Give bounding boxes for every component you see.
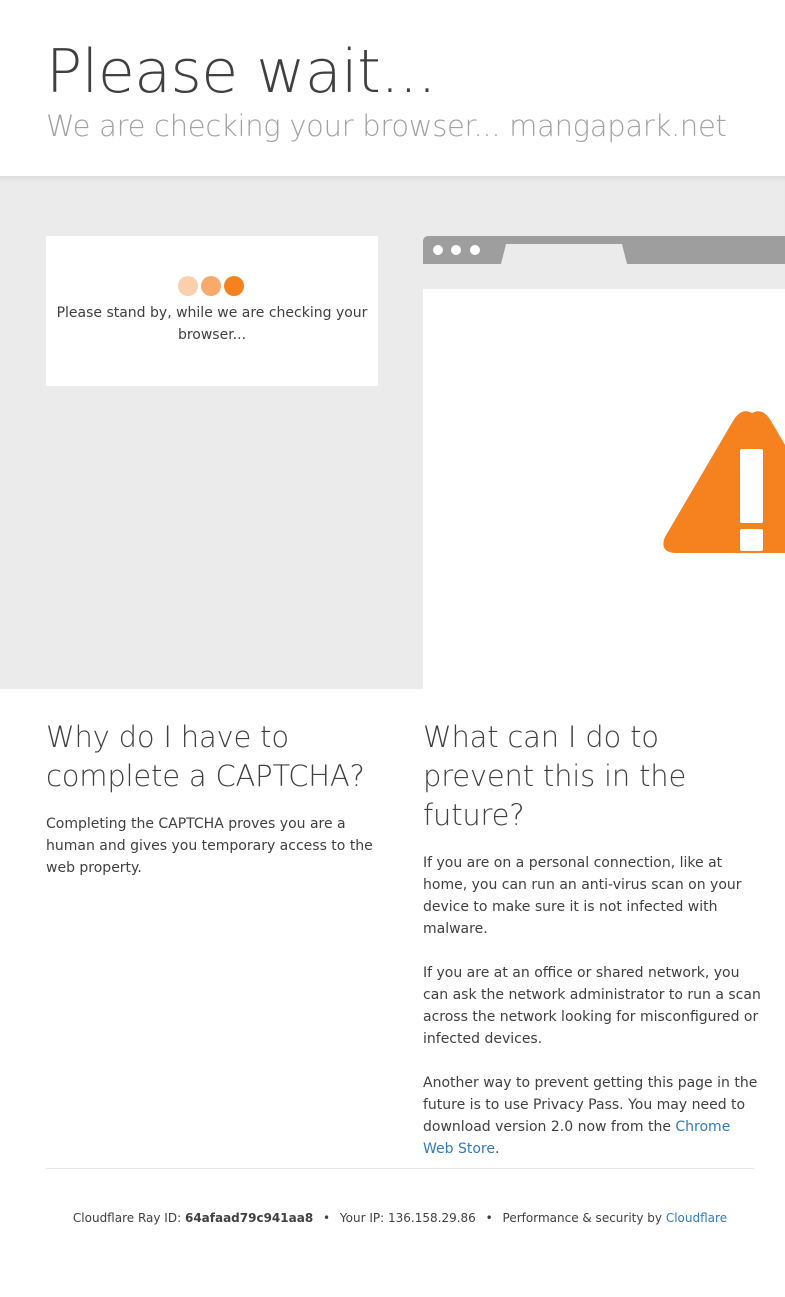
- standby-message: Please stand by, while we are checking y…: [56, 305, 368, 343]
- ip-value: 136.158.29.86: [388, 1211, 476, 1225]
- period-text: .: [494, 1141, 500, 1157]
- window-dot-icon: [451, 245, 461, 255]
- prevent-paragraph-1: If you are on a personal connection, lik…: [423, 855, 742, 937]
- warning-triangle-icon: [663, 411, 785, 553]
- ray-id-value: 64afaad79c941aa8: [184, 1211, 314, 1225]
- footer-separator: •: [485, 1211, 493, 1225]
- cloudflare-link[interactable]: Cloudflare: [666, 1211, 727, 1225]
- loading-dot: [201, 276, 221, 296]
- window-dot-icon: [470, 245, 480, 255]
- footer: Cloudflare Ray ID: 64afaad79c941aa8 • Yo…: [46, 1208, 754, 1228]
- prevent-heading: What can I do to prevent this in the fut…: [423, 720, 687, 832]
- standby-box: Please stand by, while we are checking y…: [46, 236, 378, 386]
- prevent-paragraph-2: If you are at an office or shared networ…: [423, 965, 761, 1047]
- loading-dot: [178, 276, 198, 296]
- browser-illustration: [423, 236, 785, 689]
- why-body: Completing the CAPTCHA proves you are a …: [46, 816, 373, 876]
- browser-toolbar: [423, 264, 785, 289]
- page-header: Please wait... We are checking your brow…: [0, 0, 785, 176]
- performance-label: Performance & security by: [502, 1211, 663, 1225]
- why-heading: Why do I have to complete a CAPTCHA?: [46, 720, 365, 793]
- prevent-section: What can I do to prevent this in the fut…: [423, 718, 763, 1160]
- browser-viewport: [423, 289, 785, 689]
- loading-dot: [224, 276, 244, 296]
- footer-divider: [46, 1168, 754, 1169]
- ip-label: Your IP:: [339, 1211, 385, 1225]
- why-captcha-section: Why do I have to complete a CAPTCHA? Com…: [46, 718, 378, 879]
- page-subtitle: We are checking your browser... mangapar…: [46, 109, 727, 143]
- browser-tab: [501, 244, 627, 264]
- window-dot-icon: [433, 245, 443, 255]
- footer-separator: •: [323, 1211, 331, 1225]
- page-title: Please wait...: [46, 37, 437, 107]
- ray-id-label: Cloudflare Ray ID:: [72, 1211, 182, 1225]
- loading-dots-icon: [178, 276, 248, 296]
- browser-titlebar: [423, 236, 785, 264]
- prevent-paragraph-3: Another way to prevent getting this page…: [423, 1072, 763, 1160]
